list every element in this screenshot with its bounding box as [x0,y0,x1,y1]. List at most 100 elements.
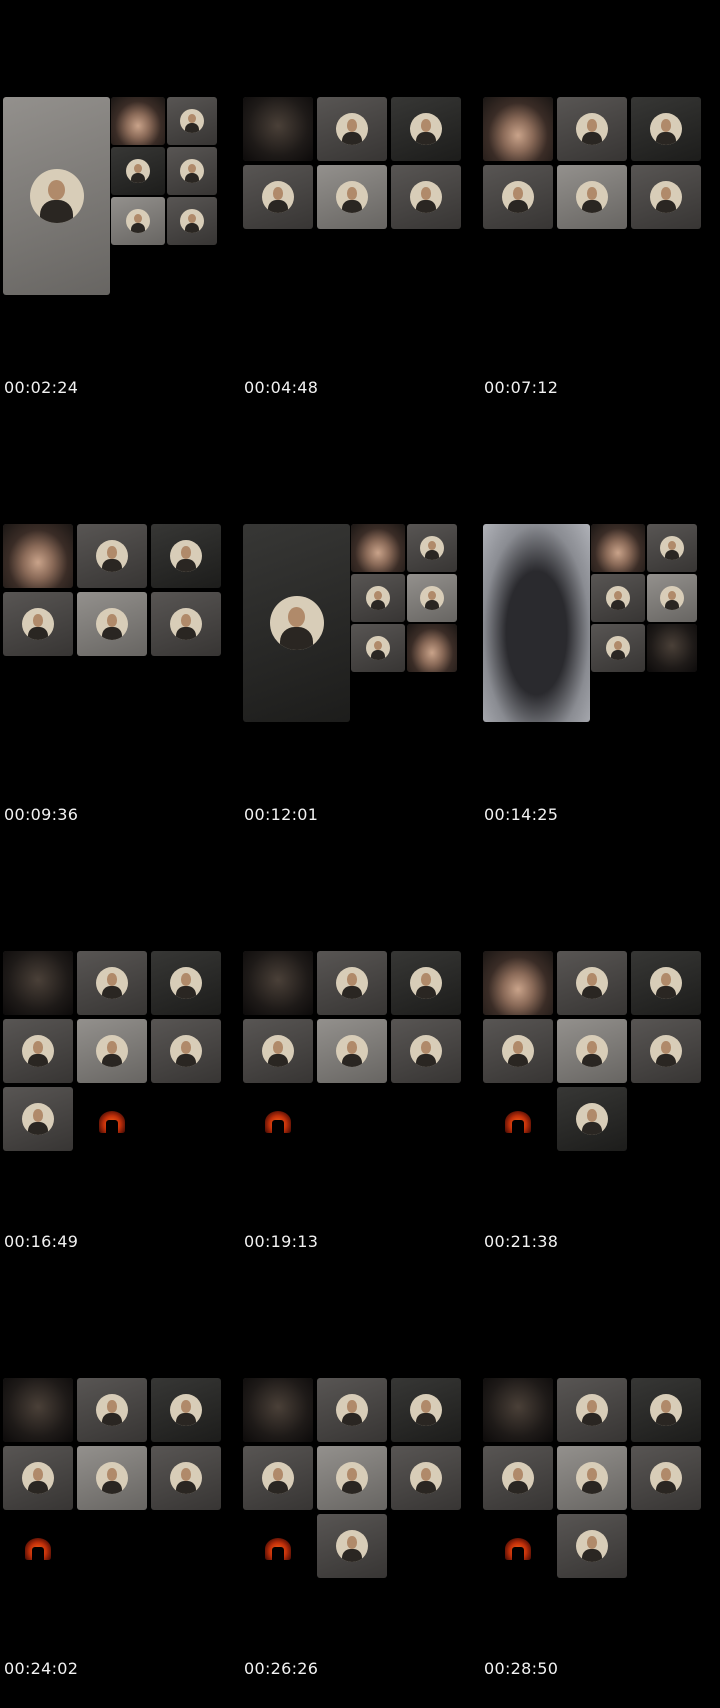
participant-tile[interactable] [557,951,627,1015]
participant-tile[interactable] [3,1378,73,1442]
participant-tile[interactable] [631,1446,701,1510]
participant-tile[interactable] [111,197,165,245]
participant-tile[interactable] [77,1019,147,1083]
participant-tile[interactable] [647,524,697,572]
participant-tile[interactable] [483,1446,553,1510]
participant-tile[interactable] [407,574,457,622]
participant-tile[interactable] [3,1087,73,1151]
participant-tile[interactable] [317,97,387,161]
participant-tile[interactable] [317,1446,387,1510]
participant-tile[interactable] [151,1446,221,1510]
participant-tile[interactable] [631,97,701,161]
participant-tile[interactable] [391,951,461,1015]
participant-tile[interactable] [167,97,217,145]
participant-tile[interactable] [631,165,701,229]
participant-tile[interactable] [243,1019,313,1083]
participant-tile[interactable] [647,624,697,672]
participant-tile[interactable] [407,624,457,672]
participant-tile[interactable] [3,592,73,656]
participant-tile[interactable] [77,951,147,1015]
frame-timestamp: 00:19:13 [244,1232,319,1251]
avatar-body-icon [370,599,386,610]
participant-tile[interactable] [317,1378,387,1442]
participant-tile[interactable] [483,165,553,229]
frame-timestamp: 00:12:01 [244,805,319,824]
participant-tile[interactable] [111,147,165,195]
participant-tile[interactable] [391,97,461,161]
participant-avatar [96,608,128,640]
participant-tile[interactable] [483,1019,553,1083]
participant-tile[interactable] [167,197,217,245]
participant-tile[interactable] [77,524,147,588]
avatar-head-icon [586,1400,598,1413]
participant-tile[interactable] [3,1446,73,1510]
participant-tile[interactable] [3,97,110,295]
participant-tile[interactable] [317,1514,387,1578]
participant-tile-fire[interactable] [243,1514,313,1578]
avatar-head-icon [586,1468,598,1481]
participant-tile[interactable] [407,524,457,572]
frame-timestamp: 00:14:25 [484,805,559,824]
participant-tile[interactable] [557,97,627,161]
participant-tile[interactable] [483,951,553,1015]
participant-tile[interactable] [243,1378,313,1442]
participant-tile[interactable] [557,1378,627,1442]
participant-tile[interactable] [3,524,73,588]
participant-tile[interactable] [391,1019,461,1083]
participant-tile[interactable] [243,951,313,1015]
participant-tile[interactable] [77,1378,147,1442]
participant-tile[interactable] [631,951,701,1015]
participant-tile[interactable] [351,624,405,672]
participant-tile[interactable] [151,592,221,656]
participant-tile[interactable] [631,1019,701,1083]
participant-tile[interactable] [77,592,147,656]
participant-tile[interactable] [77,1446,147,1510]
participant-tile-fire[interactable] [243,1087,313,1151]
participant-tile[interactable] [317,165,387,229]
participant-tile[interactable] [351,524,405,572]
participant-tile[interactable] [557,1087,627,1151]
participant-tile[interactable] [631,1378,701,1442]
participant-tile[interactable] [557,1514,627,1578]
participant-tile[interactable] [391,1446,461,1510]
participant-tile[interactable] [557,1446,627,1510]
participant-tile[interactable] [3,951,73,1015]
participant-tile[interactable] [317,1019,387,1083]
participant-tile[interactable] [151,951,221,1015]
participant-tile[interactable] [591,574,645,622]
avatar-body-icon [508,199,528,213]
participant-avatar [336,181,368,213]
participant-tile[interactable] [3,1019,73,1083]
participant-tile[interactable] [111,97,165,145]
participant-tile[interactable] [557,165,627,229]
participant-tile[interactable] [483,97,553,161]
avatar-body-icon [102,626,122,640]
participant-tile[interactable] [647,574,697,622]
participant-tile[interactable] [167,147,217,195]
avatar-head-icon [420,187,432,200]
participant-tile[interactable] [391,1378,461,1442]
participant-tile-fire[interactable] [483,1087,553,1151]
participant-tile-fire[interactable] [3,1514,73,1578]
participant-tile[interactable] [151,1378,221,1442]
participant-tile[interactable] [391,165,461,229]
participant-tile[interactable] [151,1019,221,1083]
avatar-body-icon [342,1053,362,1067]
participant-tile[interactable] [351,574,405,622]
participant-tile[interactable] [591,524,645,572]
participant-tile[interactable] [243,97,313,161]
participant-tile[interactable] [151,524,221,588]
avatar-body-icon [656,1412,676,1426]
participant-tile[interactable] [317,951,387,1015]
participant-tile-fire[interactable] [77,1087,147,1151]
participant-tile[interactable] [591,624,645,672]
participant-tile[interactable] [483,1378,553,1442]
participant-avatar [650,1035,682,1067]
participant-tile[interactable] [243,1446,313,1510]
participant-tile[interactable] [483,524,590,722]
participant-tile[interactable] [557,1019,627,1083]
avatar-body-icon [102,1480,122,1494]
participant-tile[interactable] [243,524,350,722]
participant-tile-fire[interactable] [483,1514,553,1578]
participant-tile[interactable] [243,165,313,229]
